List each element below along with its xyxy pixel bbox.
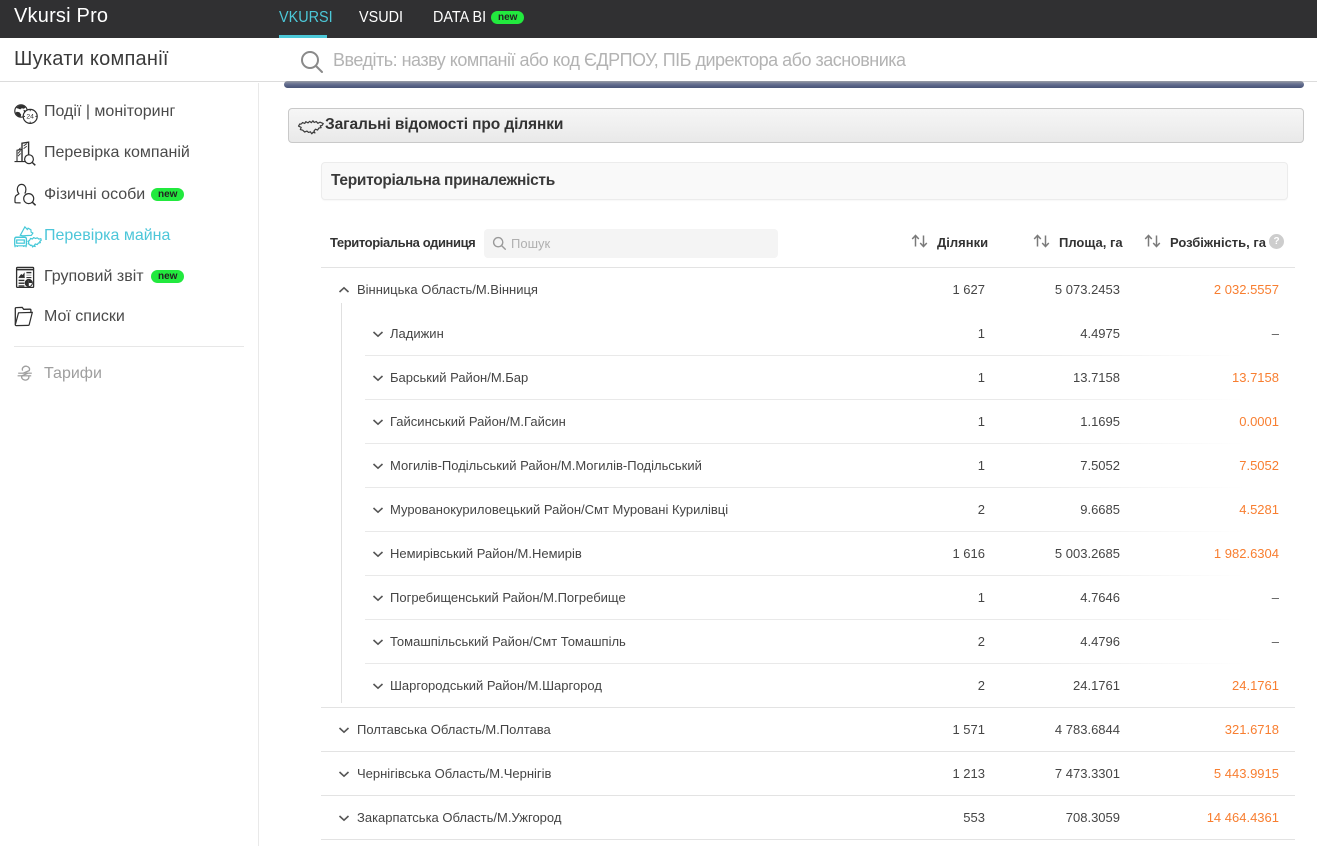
svg-text:24: 24 bbox=[26, 114, 34, 121]
